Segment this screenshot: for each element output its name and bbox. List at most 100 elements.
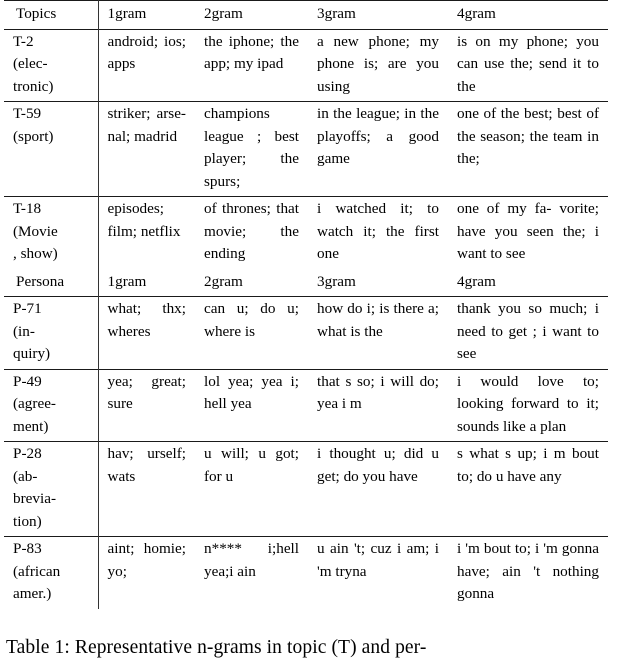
cell-text: i would love to; looking forward to it; … bbox=[457, 372, 599, 435]
row-label-line: ment) bbox=[13, 417, 49, 435]
row-label-line: (in- bbox=[13, 322, 35, 340]
column-header-1gram: 1gram bbox=[98, 0, 195, 29]
row-label-line: P-71 bbox=[13, 300, 42, 317]
cell-text: one of the best; best of the season; the… bbox=[457, 105, 599, 167]
cell-2gram: the iphone; the app; my ipad bbox=[195, 28, 308, 102]
row-label-line: tronic) bbox=[13, 77, 54, 95]
column-header-3gram: 3gram bbox=[317, 272, 356, 290]
cell-text: aint; homie; yo; bbox=[107, 540, 187, 580]
cell-text: striker; arse- nal; madrid bbox=[107, 105, 187, 145]
cell-text: champions league ; best player; the spur… bbox=[204, 105, 299, 190]
cell-text: n**** i;hell yea;i ain bbox=[204, 540, 299, 580]
cell-text: can u; do u; where is bbox=[204, 300, 299, 340]
cell-3gram: that s so; i will do; yea i m bbox=[308, 368, 448, 442]
table-row: T-18 (Movie , show) episodes; film; netf… bbox=[4, 196, 608, 269]
table-row: T-59 (sport) striker; arse- nal; madrid … bbox=[4, 101, 608, 197]
row-label-line: P-49 bbox=[13, 372, 42, 390]
row-label-line: (elec- bbox=[13, 55, 48, 72]
cell-text: i 'm bout to; i 'm gonna have; ain 't no… bbox=[457, 540, 599, 602]
cell-4gram: is on my phone; you can use the; send it… bbox=[448, 28, 608, 102]
row-label-line: quiry) bbox=[13, 345, 51, 362]
cell-text: s what s up; i m bout to; do u have any bbox=[457, 445, 599, 485]
column-header-2gram: 2gram bbox=[195, 0, 308, 29]
cell-text: how do i; is there a; what is the bbox=[317, 300, 439, 340]
cell-1gram: what; thx; wheres bbox=[98, 296, 195, 369]
cell-2gram: n**** i;hell yea;i ain bbox=[195, 536, 308, 609]
cell-2gram: of thrones; that movie; the ending bbox=[195, 196, 308, 269]
row-label-line: brevia- bbox=[13, 490, 57, 507]
table-caption: Table 1: Representative n-grams in topic… bbox=[6, 637, 427, 658]
column-header-1gram: 1gram bbox=[107, 272, 147, 290]
cell-text: the iphone; the app; my ipad bbox=[204, 32, 299, 73]
cell-3gram: a new phone; my phone is; are you using bbox=[308, 28, 448, 102]
row-label-line: (ab- bbox=[13, 467, 38, 485]
column-header-topics: Topics bbox=[4, 0, 99, 29]
column-header-3gram: 3gram bbox=[308, 0, 448, 29]
cell-3gram: in the league; in the playoffs; a good g… bbox=[308, 101, 448, 197]
row-label-line: P-28 bbox=[13, 445, 42, 462]
row-label-line: P-83 bbox=[13, 540, 42, 557]
row-label-line: (sport) bbox=[13, 127, 54, 145]
row-label-line: (Movie bbox=[13, 222, 58, 240]
cell-4gram: s what s up; i m bout to; do u have any bbox=[448, 441, 608, 537]
cell-text: lol yea; yea i; hell yea bbox=[204, 372, 299, 413]
cell-text: that s so; i will do; yea i m bbox=[317, 372, 439, 413]
column-header-4gram: 4gram bbox=[448, 0, 608, 29]
cell-text: episodes; film; netflix bbox=[107, 200, 181, 240]
cell-text: is on my phone; you can use the; send it… bbox=[457, 32, 599, 95]
cell-text: in the league; in the playoffs; a good g… bbox=[317, 105, 439, 167]
table-row: T-2 (elec- tronic) android; ios; apps th… bbox=[4, 28, 608, 102]
cell-text: hav; urself; wats bbox=[107, 445, 187, 485]
table-row: P-28 (ab- brevia- tion) hav; urself; wat… bbox=[4, 441, 608, 537]
cell-3gram: u ain 't; cuz i am; i 'm tryna bbox=[308, 536, 448, 609]
cell-3gram: i thought u; did u get; do you have bbox=[308, 441, 448, 537]
row-label-t59: T-59 (sport) bbox=[4, 101, 99, 197]
column-header-4gram: 4gram bbox=[457, 272, 496, 290]
cell-3gram: i watched it; to watch it; the first one bbox=[308, 196, 448, 269]
row-label-line: T-2 bbox=[13, 32, 34, 50]
cell-2gram: lol yea; yea i; hell yea bbox=[195, 368, 308, 442]
cell-text: yea; great; sure bbox=[107, 372, 187, 413]
persona-header-row: Persona 1gram 2gram 3gram 4gram bbox=[4, 268, 608, 297]
cell-1gram: striker; arse- nal; madrid bbox=[98, 101, 195, 197]
row-label-p71: P-71 (in- quiry) bbox=[4, 296, 99, 369]
row-label-line: , show) bbox=[13, 245, 58, 262]
cell-text: a new phone; my phone is; are you using bbox=[317, 32, 439, 95]
cell-3gram: how do i; is there a; what is the bbox=[308, 296, 448, 369]
row-label-line: T-18 bbox=[13, 200, 42, 217]
cell-4gram: one of the best; best of the season; the… bbox=[448, 101, 608, 197]
row-label-t2: T-2 (elec- tronic) bbox=[4, 28, 99, 102]
cell-1gram: episodes; film; netflix bbox=[98, 196, 195, 269]
cell-4gram: one of my fa- vorite; have you seen the;… bbox=[448, 196, 608, 269]
row-label-line: amer.) bbox=[13, 585, 52, 602]
column-header-2gram: 2gram bbox=[204, 272, 243, 290]
cell-4gram: i would love to; looking forward to it; … bbox=[448, 368, 608, 442]
cell-2gram: can u; do u; where is bbox=[195, 296, 308, 369]
row-label-t18: T-18 (Movie , show) bbox=[4, 196, 99, 269]
row-label-p83: P-83 (african amer.) bbox=[4, 536, 99, 609]
cell-text: u will; u got; for u bbox=[204, 445, 299, 485]
topics-header-row: Topics 1gram 2gram 3gram 4gram bbox=[4, 0, 608, 29]
row-label-line: tion) bbox=[13, 512, 42, 530]
column-header-persona: Persona bbox=[4, 268, 99, 297]
table-row: P-71 (in- quiry) what; thx; wheres can u… bbox=[4, 296, 608, 369]
cell-text: thank you so much; i need to get ; i wan… bbox=[457, 300, 599, 362]
cell-text: what; thx; wheres bbox=[107, 300, 187, 340]
cell-1gram: hav; urself; wats bbox=[98, 441, 195, 537]
cell-2gram: u will; u got; for u bbox=[195, 441, 308, 537]
cell-text: android; ios; apps bbox=[107, 32, 187, 73]
row-label-line: (agree- bbox=[13, 395, 56, 412]
table-row: P-83 (african amer.) aint; homie; yo; n*… bbox=[4, 536, 608, 609]
cell-text: one of my fa- vorite; have you seen the;… bbox=[457, 200, 599, 262]
cell-4gram: thank you so much; i need to get ; i wan… bbox=[448, 296, 608, 369]
cell-1gram: yea; great; sure bbox=[98, 368, 195, 442]
cell-text: u ain 't; cuz i am; i 'm tryna bbox=[317, 540, 439, 580]
row-label-line: T-59 bbox=[13, 105, 42, 122]
cell-text: i watched it; to watch it; the first one bbox=[317, 200, 439, 262]
row-label-line: (african bbox=[13, 562, 61, 580]
cell-2gram: champions league ; best player; the spur… bbox=[195, 101, 308, 197]
row-label-p49: P-49 (agree- ment) bbox=[4, 368, 99, 442]
cell-text: i thought u; did u get; do you have bbox=[317, 445, 439, 485]
cell-4gram: i 'm bout to; i 'm gonna have; ain 't no… bbox=[448, 536, 608, 609]
table-row: P-49 (agree- ment) yea; great; sure lol … bbox=[4, 368, 608, 442]
